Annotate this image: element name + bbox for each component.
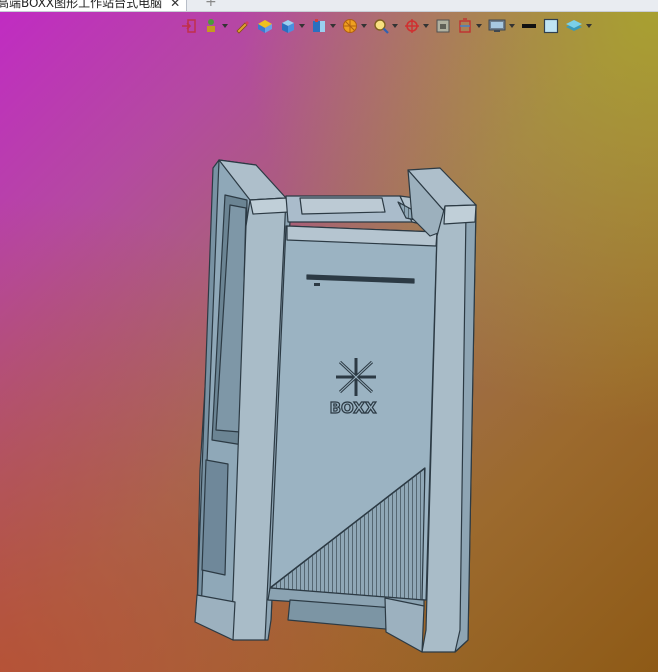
model-viewport[interactable]: BOXX: [0, 0, 658, 672]
boxx-logo-text: BOXX: [330, 399, 377, 417]
